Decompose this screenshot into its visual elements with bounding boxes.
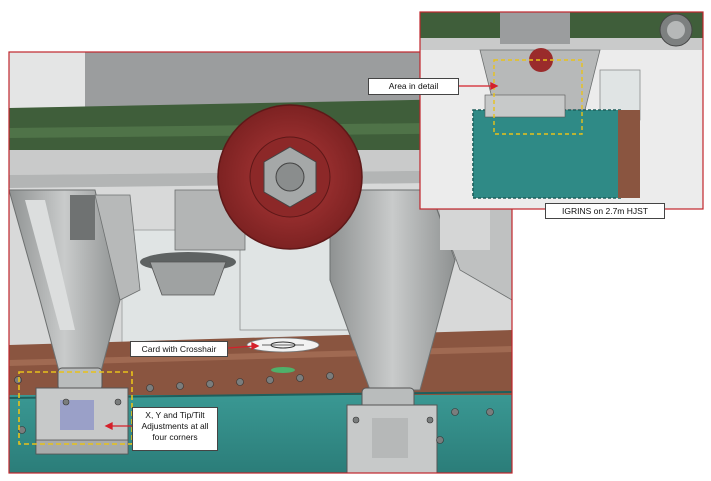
red-wheel bbox=[217, 104, 363, 250]
inset-overview bbox=[420, 12, 703, 209]
card-crosshair-label: Card with Crosshair bbox=[130, 341, 228, 357]
diagram-canvas bbox=[8, 11, 704, 474]
adjustments-label: X, Y and Tip/Tilt Adjustments at all fou… bbox=[132, 407, 218, 451]
area-in-detail-label: Area in detail bbox=[368, 78, 459, 95]
igrins-label: IGRINS on 2.7m HJST bbox=[545, 203, 665, 219]
